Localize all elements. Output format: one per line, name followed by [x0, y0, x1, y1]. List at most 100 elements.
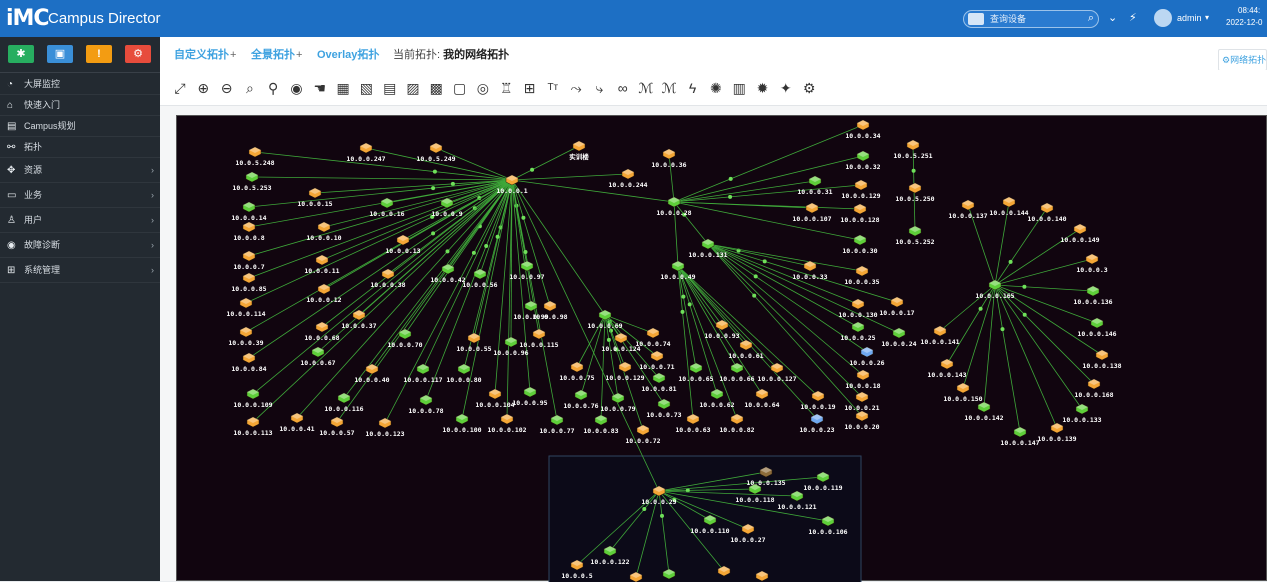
device-node[interactable]: 10.0.0.129 [841, 179, 881, 200]
device-node[interactable]: 10.0.0.31 [797, 175, 833, 196]
topology-link[interactable] [248, 179, 513, 359]
ms-view-icon[interactable]: ℳ [637, 79, 655, 97]
add-device-icon[interactable]: ▦ [334, 79, 352, 97]
device-node[interactable]: 10.0.0.128 [840, 203, 880, 224]
device-node[interactable]: 10.0.0.123 [365, 417, 405, 438]
device-node[interactable]: 10.0.0.80 [446, 363, 482, 384]
device-node[interactable]: 10.0.5.250 [895, 182, 935, 203]
device-node[interactable]: 10.0.0.116 [324, 392, 364, 413]
network-topology-button[interactable]: ⚙网络拓扑 [1218, 49, 1267, 71]
global-config-icon[interactable]: ✦ [777, 79, 795, 97]
device-node[interactable]: 10.0.0.102 [487, 413, 527, 434]
device-search-input[interactable] [990, 12, 1076, 26]
topology-link[interactable] [707, 243, 900, 334]
asterisk-icon[interactable]: ✱ [8, 45, 34, 63]
device-node[interactable]: 10.0.0.76 [563, 389, 599, 410]
topology-link[interactable] [994, 284, 1021, 433]
device-node[interactable]: 10.0.0.19 [800, 390, 836, 411]
binoculars-icon[interactable]: ∞ [614, 79, 632, 97]
search-device-icon[interactable]: ⚲ [264, 79, 282, 97]
device-node[interactable]: 10.0.0.14 [231, 201, 267, 222]
topology-link[interactable] [435, 147, 513, 181]
device-node[interactable]: 10.0.0.42 [430, 263, 466, 284]
device-node[interactable]: 10.0.0.150 [943, 382, 983, 403]
user-menu-caret-icon[interactable]: ▾ [1205, 13, 1209, 22]
device-node[interactable]: 10.0.0.72 [625, 424, 661, 445]
device-node[interactable]: 10.0.0.11 [304, 254, 340, 275]
health-icon[interactable]: ✹ [754, 79, 772, 97]
select-box-icon[interactable]: ▢ [451, 79, 469, 97]
sidebar-item-1[interactable]: ⌂ 快速入门 [0, 95, 160, 116]
zoom-in-icon[interactable]: ⊕ [194, 79, 212, 97]
device-node[interactable]: 10.0.0.61 [728, 339, 764, 360]
device-node[interactable]: 10.0.0.66 [719, 362, 755, 383]
add-global-icon[interactable]: + [296, 49, 302, 61]
topology-link[interactable] [248, 179, 513, 228]
settings-icon[interactable]: ⚙ [800, 79, 818, 97]
device-node[interactable]: 实训楼 [569, 140, 589, 161]
magic-wand-icon[interactable]: ⚡ [1129, 11, 1137, 24]
device-node[interactable]: 10.0.0.141 [920, 325, 960, 346]
device-node[interactable]: 10.0.0.18 [845, 369, 881, 390]
device-node[interactable]: 10.0.0.104 [475, 388, 515, 409]
sidebar-item-0[interactable]: ◔ 大屏监控 [0, 74, 160, 95]
device-node[interactable]: 10.0.0.84 [231, 352, 267, 373]
device-node[interactable]: 10.0.0.23 [799, 413, 835, 434]
topology-link[interactable] [707, 243, 863, 417]
device-node[interactable]: 10.0.0.36 [651, 148, 687, 169]
device-node[interactable]: 10.0.0.138 [1082, 349, 1122, 370]
device-node[interactable]: 10.0.0.82 [719, 413, 755, 434]
device-node[interactable]: 10.0.0.68 [304, 321, 340, 342]
expand-chevron-icon[interactable]: ⌄ [1108, 11, 1117, 24]
topology-link[interactable] [994, 284, 1058, 429]
device-node[interactable]: 10.0.0.130 [838, 298, 878, 319]
device-node[interactable]: 10.0.0.127 [757, 362, 797, 383]
device-node[interactable]: 10.0.0.20 [844, 410, 880, 431]
device-node[interactable]: 10.0.0.78 [408, 394, 444, 415]
topology-link[interactable] [994, 284, 1083, 410]
device-node[interactable]: 10.0.0.3 [1076, 253, 1108, 274]
hand-icon[interactable]: ☚ [311, 79, 329, 97]
device-node[interactable]: 10.0.0.10 [306, 221, 342, 242]
sidebar-item-3[interactable]: ⚯ 拓扑 [0, 137, 160, 158]
device-node[interactable]: 10.0.0.70 [387, 328, 423, 349]
device-node[interactable]: 10.0.0.24 [881, 327, 917, 348]
topology-link[interactable] [251, 176, 513, 181]
link-add-icon[interactable]: ⤳ [567, 79, 585, 97]
topology-link[interactable] [673, 155, 864, 203]
topology-link[interactable] [673, 184, 862, 203]
device-node[interactable]: 10.0.0.136 [1073, 285, 1113, 306]
gear-color-icon[interactable]: ✺ [707, 79, 725, 97]
device-node[interactable]: 10.0.0.131 [688, 238, 728, 259]
device-node[interactable]: 10.0.0.73 [646, 398, 682, 419]
device-node[interactable]: 10.0.0.75 [559, 361, 595, 382]
tab-global-topology[interactable]: 全景拓扑+ [251, 46, 302, 62]
topology-link[interactable] [248, 179, 513, 257]
device-node[interactable]: 10.0.5.253 [232, 171, 272, 192]
device-node[interactable]: 10.0.0.30 [842, 234, 878, 255]
fit-zoom-icon[interactable]: ⤢ [171, 79, 189, 97]
device-node[interactable]: 10.0.0.49 [660, 260, 696, 281]
add-link-icon[interactable]: ⊞ [521, 79, 539, 97]
select-circle-icon[interactable]: ◎ [474, 79, 492, 97]
eye-icon[interactable]: ◉ [288, 79, 306, 97]
device-node[interactable]: 10.0.0.81 [641, 372, 677, 393]
topology-link[interactable] [511, 145, 580, 181]
device-node[interactable]: 10.0.0.140 [1027, 202, 1067, 223]
avatar[interactable] [1154, 9, 1172, 27]
device-node[interactable]: 10.0.0.244 [608, 168, 648, 189]
device-node[interactable]: 10.0.0.25 [840, 321, 876, 342]
device-node[interactable]: 10.0.0.143 [927, 358, 967, 379]
device-node[interactable]: 10.0.0.142 [964, 401, 1004, 422]
device-node[interactable]: 10.0.0.85 [231, 272, 267, 293]
delete-device-icon[interactable]: ▧ [357, 79, 375, 97]
sidebar-item-6[interactable]: ♙ 用户 › [0, 208, 160, 233]
device-node[interactable]: 10.0.0.168 [1074, 378, 1114, 399]
device-node[interactable]: 10.0.0.77 [539, 414, 575, 435]
device-node[interactable]: 10.0.0.113 [233, 416, 273, 437]
device-node[interactable]: 10.0.0.57 [319, 416, 355, 437]
device-node[interactable]: 10.0.0.32 [845, 150, 881, 171]
device-node[interactable]: 10.0.5.248 [235, 146, 275, 167]
add-custom-icon[interactable]: + [230, 49, 236, 61]
device-node[interactable]: 10.0.0.133 [1062, 403, 1102, 424]
